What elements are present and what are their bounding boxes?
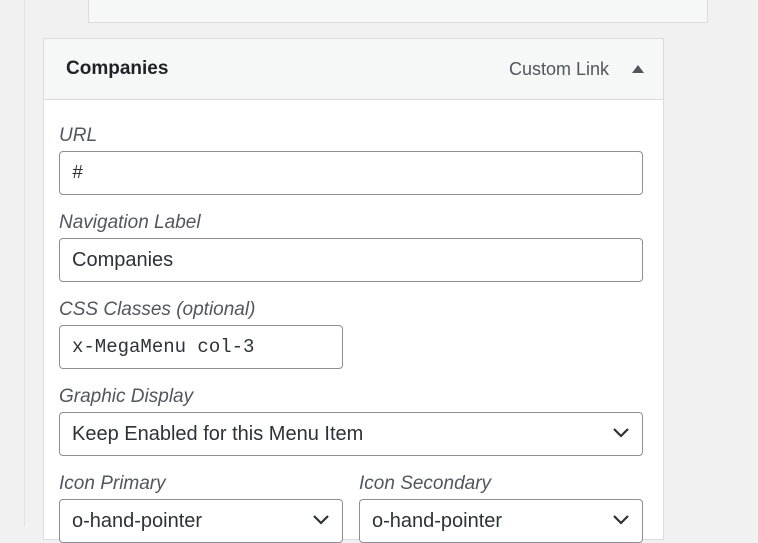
icon-secondary-label: Icon Secondary: [359, 473, 492, 494]
menu-item-panel: Companies Custom Link URL Navigation Lab…: [43, 38, 664, 543]
previous-menu-item[interactable]: [88, 0, 708, 23]
chevron-down-icon: [313, 515, 329, 525]
icon-primary-label: Icon Primary: [59, 473, 166, 494]
url-label: URL: [59, 125, 98, 146]
menu-item-handle[interactable]: Companies Custom Link: [44, 39, 663, 100]
navigation-label-input[interactable]: [59, 238, 643, 282]
menu-item-type: Custom Link: [508, 59, 609, 79]
chevron-down-icon: [613, 428, 629, 438]
admin-sidebar-edge: [0, 0, 25, 527]
icon-secondary-value: o-hand-pointer: [372, 510, 503, 532]
icon-primary-select[interactable]: o-hand-pointer: [59, 499, 343, 543]
icon-primary-value: o-hand-pointer: [72, 510, 203, 532]
graphic-display-value: Keep Enabled for this Menu Item: [72, 423, 364, 445]
url-input[interactable]: [59, 151, 643, 195]
chevron-down-icon: [613, 515, 629, 525]
menu-item-title: Companies: [66, 58, 169, 79]
icon-secondary-select[interactable]: o-hand-pointer: [359, 499, 643, 543]
arrow-up-icon[interactable]: [627, 59, 649, 79]
navigation-label-label: Navigation Label: [59, 212, 201, 233]
css-classes-label: CSS Classes (optional): [59, 299, 256, 320]
graphic-display-label: Graphic Display: [59, 386, 194, 407]
graphic-display-select[interactable]: Keep Enabled for this Menu Item: [59, 412, 643, 456]
css-classes-input[interactable]: [59, 325, 343, 369]
